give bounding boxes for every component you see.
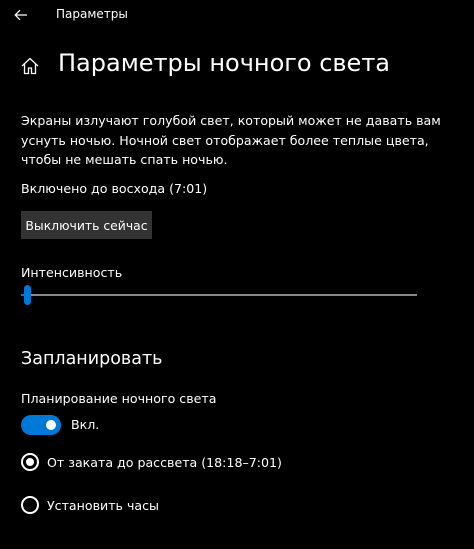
page-title: Параметры ночного света (58, 49, 391, 77)
intensity-slider[interactable] (21, 284, 417, 306)
arrow-left-icon (14, 9, 27, 21)
back-button[interactable] (8, 3, 34, 27)
intensity-label: Интенсивность (21, 265, 123, 280)
sunset-to-sunrise-label[interactable]: От заката до рассвета (18:18–7:01) (47, 455, 282, 470)
title-bar: Параметры (0, 0, 474, 32)
schedule-heading: Запланировать (21, 349, 163, 369)
description-text: Экраны излучают голубой свет, который мо… (21, 113, 441, 167)
schedule-toggle-label: Планирование ночного света (21, 391, 217, 406)
slider-track (21, 294, 417, 296)
status-text: Включено до восхода (7:01) (21, 181, 208, 196)
set-hours-radio[interactable] (21, 496, 39, 514)
set-hours-label[interactable]: Установить часы (47, 498, 159, 513)
slider-thumb[interactable] (24, 285, 31, 305)
window-title: Параметры (56, 7, 128, 21)
page-header: Параметры ночного света (0, 46, 474, 88)
sunset-to-sunrise-radio[interactable] (21, 453, 39, 471)
schedule-toggle[interactable] (21, 415, 61, 435)
home-icon (21, 57, 39, 75)
toggle-knob (46, 420, 56, 430)
toggle-state-label: Вкл. (71, 417, 100, 432)
turn-off-now-button[interactable]: Выключить сейчас (21, 211, 152, 239)
